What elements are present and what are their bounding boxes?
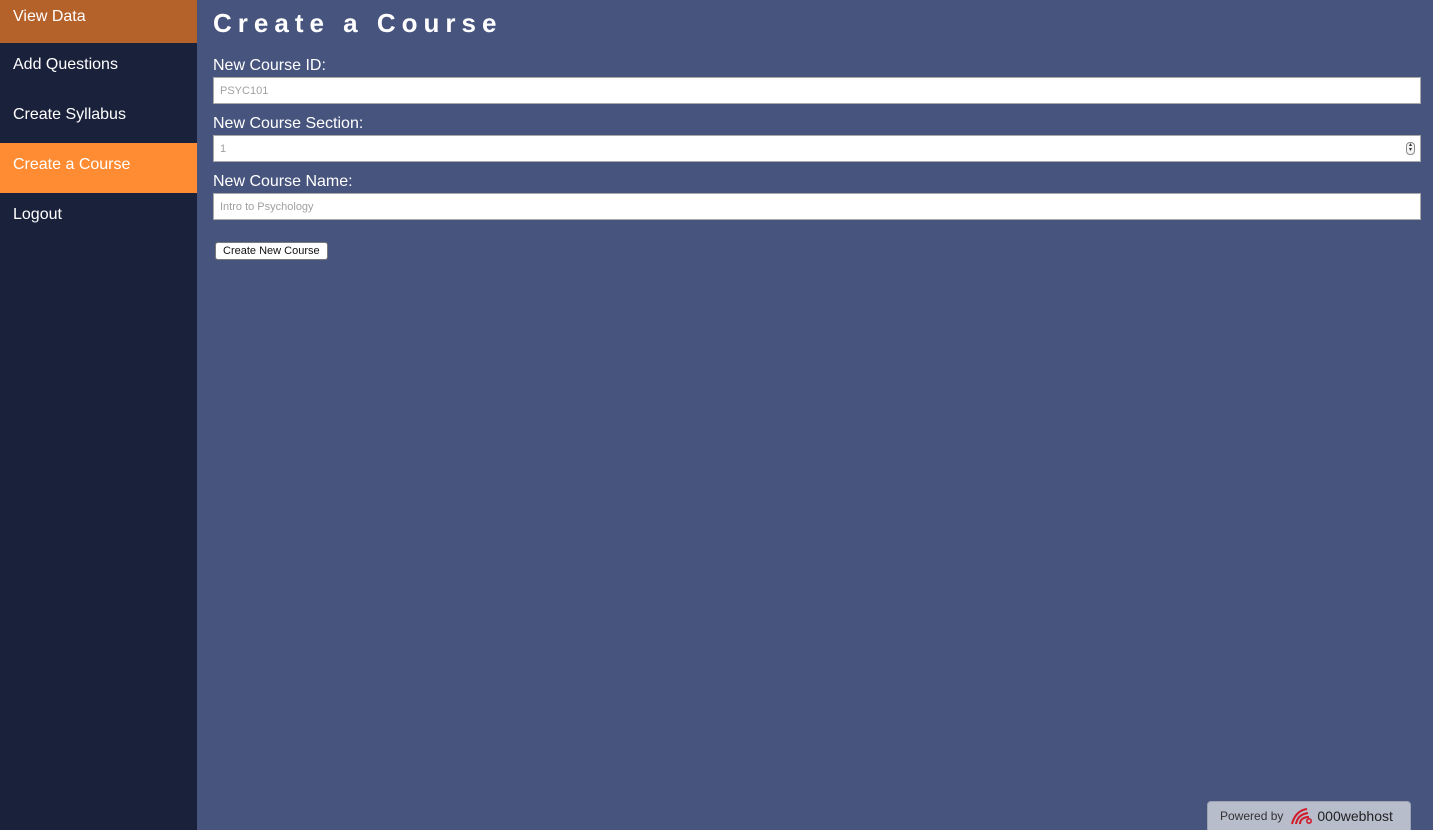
powered-by-badge[interactable]: Powered by 000webhost (1207, 801, 1411, 830)
powered-by-text: Powered by (1220, 809, 1284, 823)
powered-by-brand: 000webhost (1317, 808, 1393, 824)
course-section-label: New Course Section: (213, 115, 364, 132)
sidebar: View Data Add Questions Create Syllabus … (0, 0, 197, 830)
sidebar-item-view-data[interactable]: View Data (0, 0, 197, 43)
course-section-input[interactable] (213, 135, 1421, 162)
course-section-field: ▴▾ (213, 135, 1421, 162)
main-content: Create a Course New Course ID: New Cours… (213, 0, 1421, 260)
course-id-input[interactable] (213, 77, 1421, 104)
sidebar-item-logout[interactable]: Logout (0, 193, 197, 243)
page-title: Create a Course (213, 8, 503, 38)
course-id-label: New Course ID: (213, 57, 326, 74)
sidebar-item-create-syllabus[interactable]: Create Syllabus (0, 93, 197, 143)
sidebar-item-add-questions[interactable]: Add Questions (0, 43, 197, 93)
course-name-label: New Course Name: (213, 173, 353, 190)
course-name-input[interactable] (213, 193, 1421, 220)
sidebar-item-create-a-course[interactable]: Create a Course (0, 143, 197, 193)
number-spinner-icon[interactable]: ▴ ▾ (1406, 142, 1415, 155)
000webhost-logo-icon (1291, 808, 1313, 825)
create-new-course-button[interactable]: Create New Course (215, 242, 328, 260)
create-course-form: New Course ID: New Course Section: ▴▾ Ne… (213, 56, 1421, 260)
